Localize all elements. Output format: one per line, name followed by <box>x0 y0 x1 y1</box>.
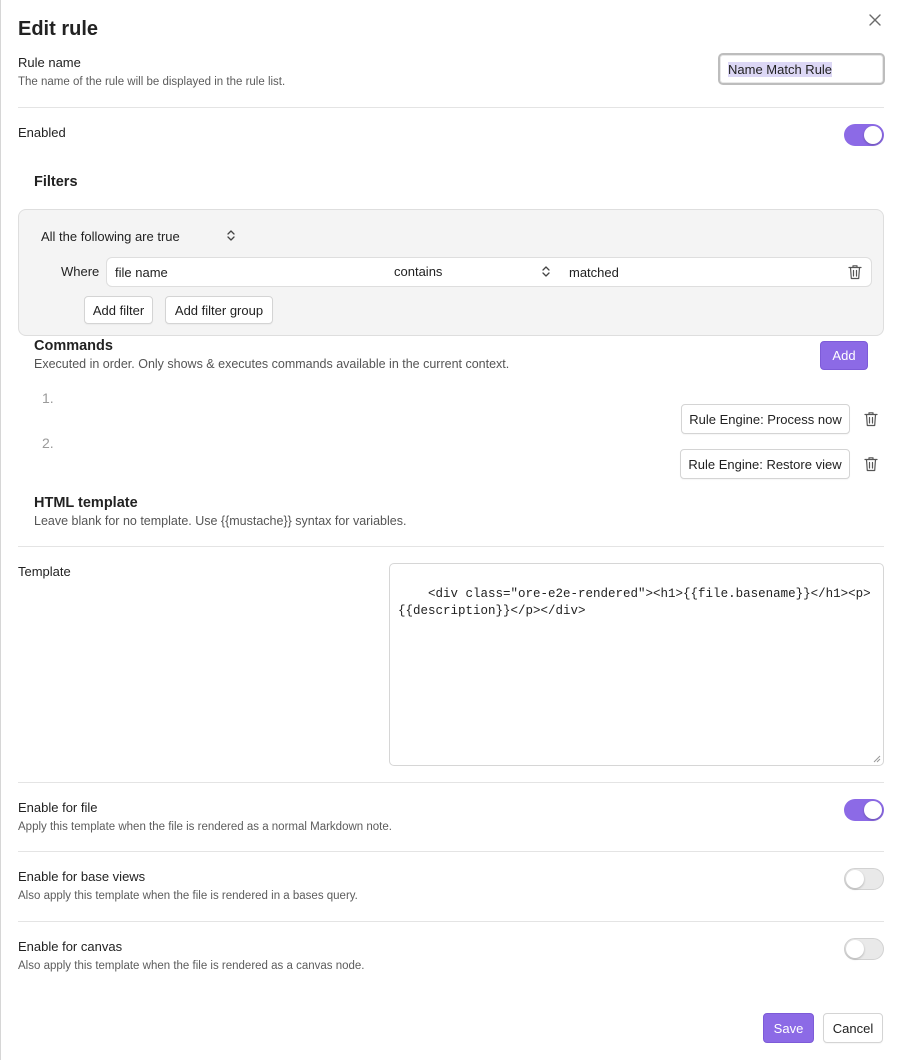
html-template-description: Leave blank for no template. Use {{musta… <box>34 514 407 528</box>
enable-for-base-views-description: Also apply this template when the file i… <box>18 890 358 902</box>
edit-rule-dialog: Edit rule Rule name The name of the rule… <box>0 0 900 1060</box>
commands-heading: Commands <box>34 338 113 354</box>
rule-name-description: The name of the rule will be displayed i… <box>18 76 286 88</box>
chevron-up-down-icon <box>542 266 550 277</box>
delete-filter-button[interactable] <box>847 263 863 281</box>
dialog-title: Edit rule <box>18 18 99 40</box>
enabled-label: Enabled <box>18 125 66 140</box>
toggle-knob <box>846 940 864 958</box>
delete-command-button[interactable] <box>863 455 879 473</box>
rule-name-input[interactable]: Name Match Rule <box>718 53 885 85</box>
trash-icon <box>848 265 862 280</box>
filter-where-label: Where <box>61 264 100 279</box>
filter-group-mode-value: All the following are true <box>41 228 180 244</box>
toggle-knob <box>864 126 882 144</box>
enable-for-file-label: Enable for file <box>18 800 98 815</box>
enable-for-base-views-label: Enable for base views <box>18 869 146 884</box>
command-number: 2. <box>42 435 54 451</box>
trash-icon <box>864 412 878 427</box>
resize-grip-icon[interactable] <box>873 755 881 763</box>
add-command-button[interactable]: Add <box>820 341 868 370</box>
divider <box>18 782 884 783</box>
divider <box>18 921 884 922</box>
filter-value-input[interactable]: matched <box>569 265 829 280</box>
toggle-knob <box>864 801 882 819</box>
command-number: 1. <box>42 390 54 406</box>
rule-name-label: Rule name <box>18 55 81 70</box>
html-template-heading: HTML template <box>34 495 138 511</box>
enable-for-canvas-label: Enable for canvas <box>18 939 123 954</box>
enable-for-canvas-toggle[interactable] <box>844 938 884 960</box>
template-label: Template <box>18 564 71 579</box>
commands-description: Executed in order. Only shows & executes… <box>34 357 510 371</box>
add-filter-group-button[interactable]: Add filter group <box>165 296 273 324</box>
enable-for-file-toggle[interactable] <box>844 799 884 821</box>
enable-for-file-description: Apply this template when the file is ren… <box>18 821 392 833</box>
template-textarea[interactable]: <div class="ore-e2e-rendered"><h1>{{file… <box>389 563 884 766</box>
filter-group-mode-select[interactable]: All the following are true <box>41 227 180 245</box>
filter-operator-select[interactable]: contains <box>394 264 554 279</box>
template-value: <div class="ore-e2e-rendered"><h1>{{file… <box>398 587 871 618</box>
filter-operator-value: contains <box>394 264 443 279</box>
enabled-toggle[interactable] <box>844 124 884 146</box>
enable-for-canvas-description: Also apply this template when the file i… <box>18 960 365 972</box>
cancel-button[interactable]: Cancel <box>823 1013 883 1043</box>
save-button[interactable]: Save <box>763 1013 814 1043</box>
rule-name-value: Name Match Rule <box>728 61 833 77</box>
close-button[interactable] <box>865 10 885 30</box>
divider <box>18 107 884 108</box>
divider <box>18 546 884 547</box>
chevron-up-down-icon <box>227 230 235 241</box>
close-icon <box>869 14 881 26</box>
command-item-button[interactable]: Rule Engine: Process now <box>681 404 850 434</box>
filter-field-input[interactable]: file name <box>115 265 385 280</box>
divider <box>18 851 884 852</box>
delete-command-button[interactable] <box>863 410 879 428</box>
toggle-knob <box>846 870 864 888</box>
enable-for-base-views-toggle[interactable] <box>844 868 884 890</box>
command-item-button[interactable]: Rule Engine: Restore view <box>680 449 850 479</box>
filters-heading: Filters <box>34 174 78 190</box>
trash-icon <box>864 457 878 472</box>
add-filter-button[interactable]: Add filter <box>84 296 153 324</box>
